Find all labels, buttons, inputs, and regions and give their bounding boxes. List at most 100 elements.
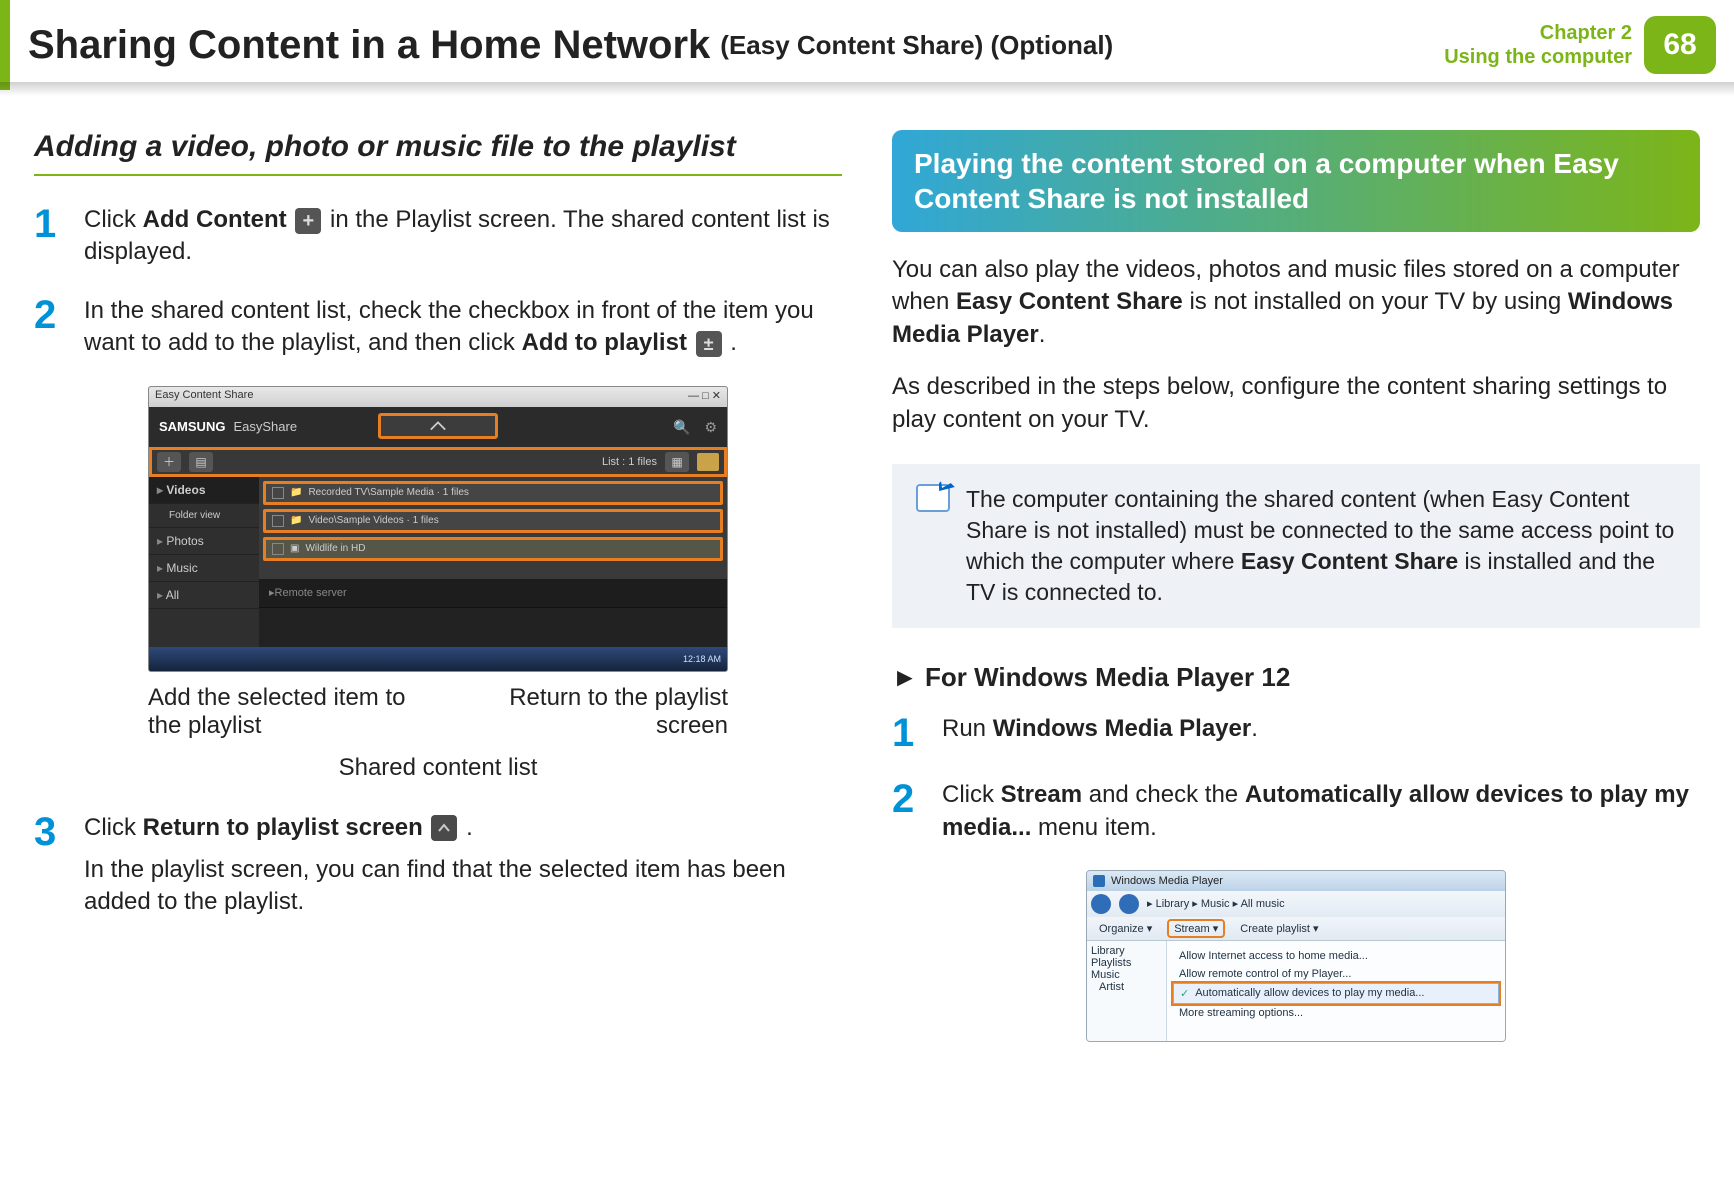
label: Remote server [275,587,347,599]
sidebar-item-photos[interactable]: Photos [149,528,259,555]
clock-label: 12:18 AM [683,654,721,664]
menu-item[interactable]: Allow Internet access to home media... [1173,947,1499,965]
sidebar-item-playlists[interactable]: Playlists [1091,957,1162,969]
list-row[interactable]: ▣ Wildlife in HD [263,537,723,561]
create-playlist-button[interactable]: Create playlist ▾ [1234,920,1324,937]
label: Music [166,561,197,575]
bottom-panel [259,607,727,647]
text: is not installed on your TV by using [1183,288,1568,315]
bold-text: Add Content [143,206,287,233]
page-title-sub: (Easy Content Share) (Optional) [720,30,1113,61]
text: Click [942,781,1001,808]
wmp-toolbar: Organize ▾ Stream ▾ Create playlist ▾ [1087,917,1505,941]
row-label: Recorded TV\Sample Media · 1 files [308,487,714,498]
step-body: Run Windows Media Player. [942,713,1700,753]
row-label: Video\Sample Videos · 1 files [308,515,714,526]
checkbox-icon[interactable] [272,515,284,527]
wmp-app-icon [1093,875,1105,887]
wmp-titlebar: Windows Media Player [1087,871,1505,891]
folder-icon: 📁 [290,515,302,526]
chevron-up-icon [429,420,447,432]
brand-text: SAMSUNG [159,419,225,434]
remote-server-row[interactable]: ▸ Remote server [259,579,727,607]
step-2: 2 In the shared content list, check the … [34,295,842,360]
page-title: Sharing Content in a Home Network [28,23,710,68]
text: Click [84,206,143,233]
page-number-badge: 68 [1644,16,1716,74]
step-body: Click Stream and check the Automatically… [942,779,1700,844]
bold-text: Easy Content Share [956,288,1183,315]
triangle-icon [892,662,925,692]
sidebar: Videos Folder view Photos Music All [149,477,259,647]
windows-media-player-screenshot: Windows Media Player ▸ Library ▸ Music ▸… [1086,870,1506,1042]
text: . [730,329,737,356]
chevron-up-icon [431,815,457,841]
window-controls-icon: — □ ✕ [688,389,721,405]
add-selected-button[interactable]: ＋ [157,452,181,472]
bold-text: Stream [1001,781,1082,808]
breadcrumb[interactable]: ▸ Library ▸ Music ▸ All music [1147,897,1285,910]
step-number: 2 [892,779,942,844]
step-3: 3 Click Return to playlist screen . In t… [34,812,842,919]
text: Click [84,814,143,841]
text: and check the [1082,781,1245,808]
text: Run [942,715,993,742]
callout-shared-list: Shared content list [148,754,728,782]
folder-icon: 📁 [290,487,302,498]
step-body: Click Return to playlist screen . In the… [84,812,842,919]
return-to-playlist-button[interactable] [378,413,498,439]
checkbox-icon[interactable] [272,543,284,555]
subsection-heading: For Windows Media Player 12 [892,662,1700,693]
list-row[interactable]: 📁 Recorded TV\Sample Media · 1 files [263,481,723,505]
header-right: Chapter 2 Using the computer 68 [1444,0,1734,90]
menu-item[interactable]: Allow remote control of my Player... [1173,965,1499,983]
add-to-playlist-toolbar: ＋ ▤ List : 1 files ▦ [149,447,727,477]
taskbar: 12:18 AM [149,647,727,671]
back-button[interactable] [1091,894,1111,914]
brand-text: EasyShare [233,419,297,434]
app-brand-bar: SAMSUNG EasyShare 🔍 ⚙ [149,407,727,447]
view-button[interactable]: ▦ [665,452,689,472]
sidebar-item-all[interactable]: All [149,582,259,609]
gear-icon[interactable]: ⚙ [704,419,717,436]
chapter-block: Chapter 2 Using the computer [1444,21,1632,69]
video-icon: ▣ [290,543,299,554]
callout-add-selected: Add the selected item to the playlist [148,684,426,740]
menu-item-auto-allow[interactable]: ✓ Automatically allow devices to play my… [1173,983,1499,1004]
sidebar-item-music[interactable]: Music [149,555,259,582]
window-title: Easy Content Share [155,389,253,405]
bold-text: Return to playlist screen [143,814,423,841]
list-row[interactable]: 📁 Video\Sample Videos · 1 files [263,509,723,533]
bold-text: Add to playlist [522,329,687,356]
bold-text: Easy Content Share [1241,548,1458,574]
note-box: The computer containing the shared conte… [892,464,1700,628]
step-number: 1 [892,713,942,753]
add-content-icon [295,208,321,234]
search-icon[interactable]: 🔍 [673,419,690,436]
bold-text: Windows Media Player [993,715,1252,742]
organize-button[interactable]: Organize ▾ [1093,920,1158,937]
wmp-sidebar: Library Playlists Music Artist [1087,941,1167,1041]
stream-menu: Allow Internet access to home media... A… [1167,941,1505,1041]
sidebar-item-videos[interactable]: Videos [149,477,259,504]
label: All [166,588,179,602]
tool-button[interactable]: ▤ [189,452,213,472]
step-1: 1 Click Add Content in the Playlist scre… [34,204,842,269]
sidebar-item-library[interactable]: Library [1091,945,1162,957]
note-icon [916,484,950,512]
section-heading-left: Adding a video, photo or music file to t… [34,130,842,176]
folder-icon[interactable] [697,453,719,471]
paragraph: You can also play the videos, photos and… [892,254,1700,351]
stream-button[interactable]: Stream ▾ [1168,920,1224,937]
text: In the playlist screen, you can find tha… [84,856,786,915]
forward-button[interactable] [1119,894,1139,914]
checkbox-icon[interactable] [272,487,284,499]
text: . [1251,715,1258,742]
accent-bar [0,0,10,90]
menu-item[interactable]: More streaming options... [1173,1004,1499,1022]
chapter-line2: Using the computer [1444,45,1632,69]
sidebar-item-music[interactable]: Music [1091,969,1162,981]
sidebar-item-folderview[interactable]: Folder view [149,504,259,528]
left-column: Adding a video, photo or music file to t… [34,130,842,1042]
sidebar-item-artist[interactable]: Artist [1091,981,1162,993]
